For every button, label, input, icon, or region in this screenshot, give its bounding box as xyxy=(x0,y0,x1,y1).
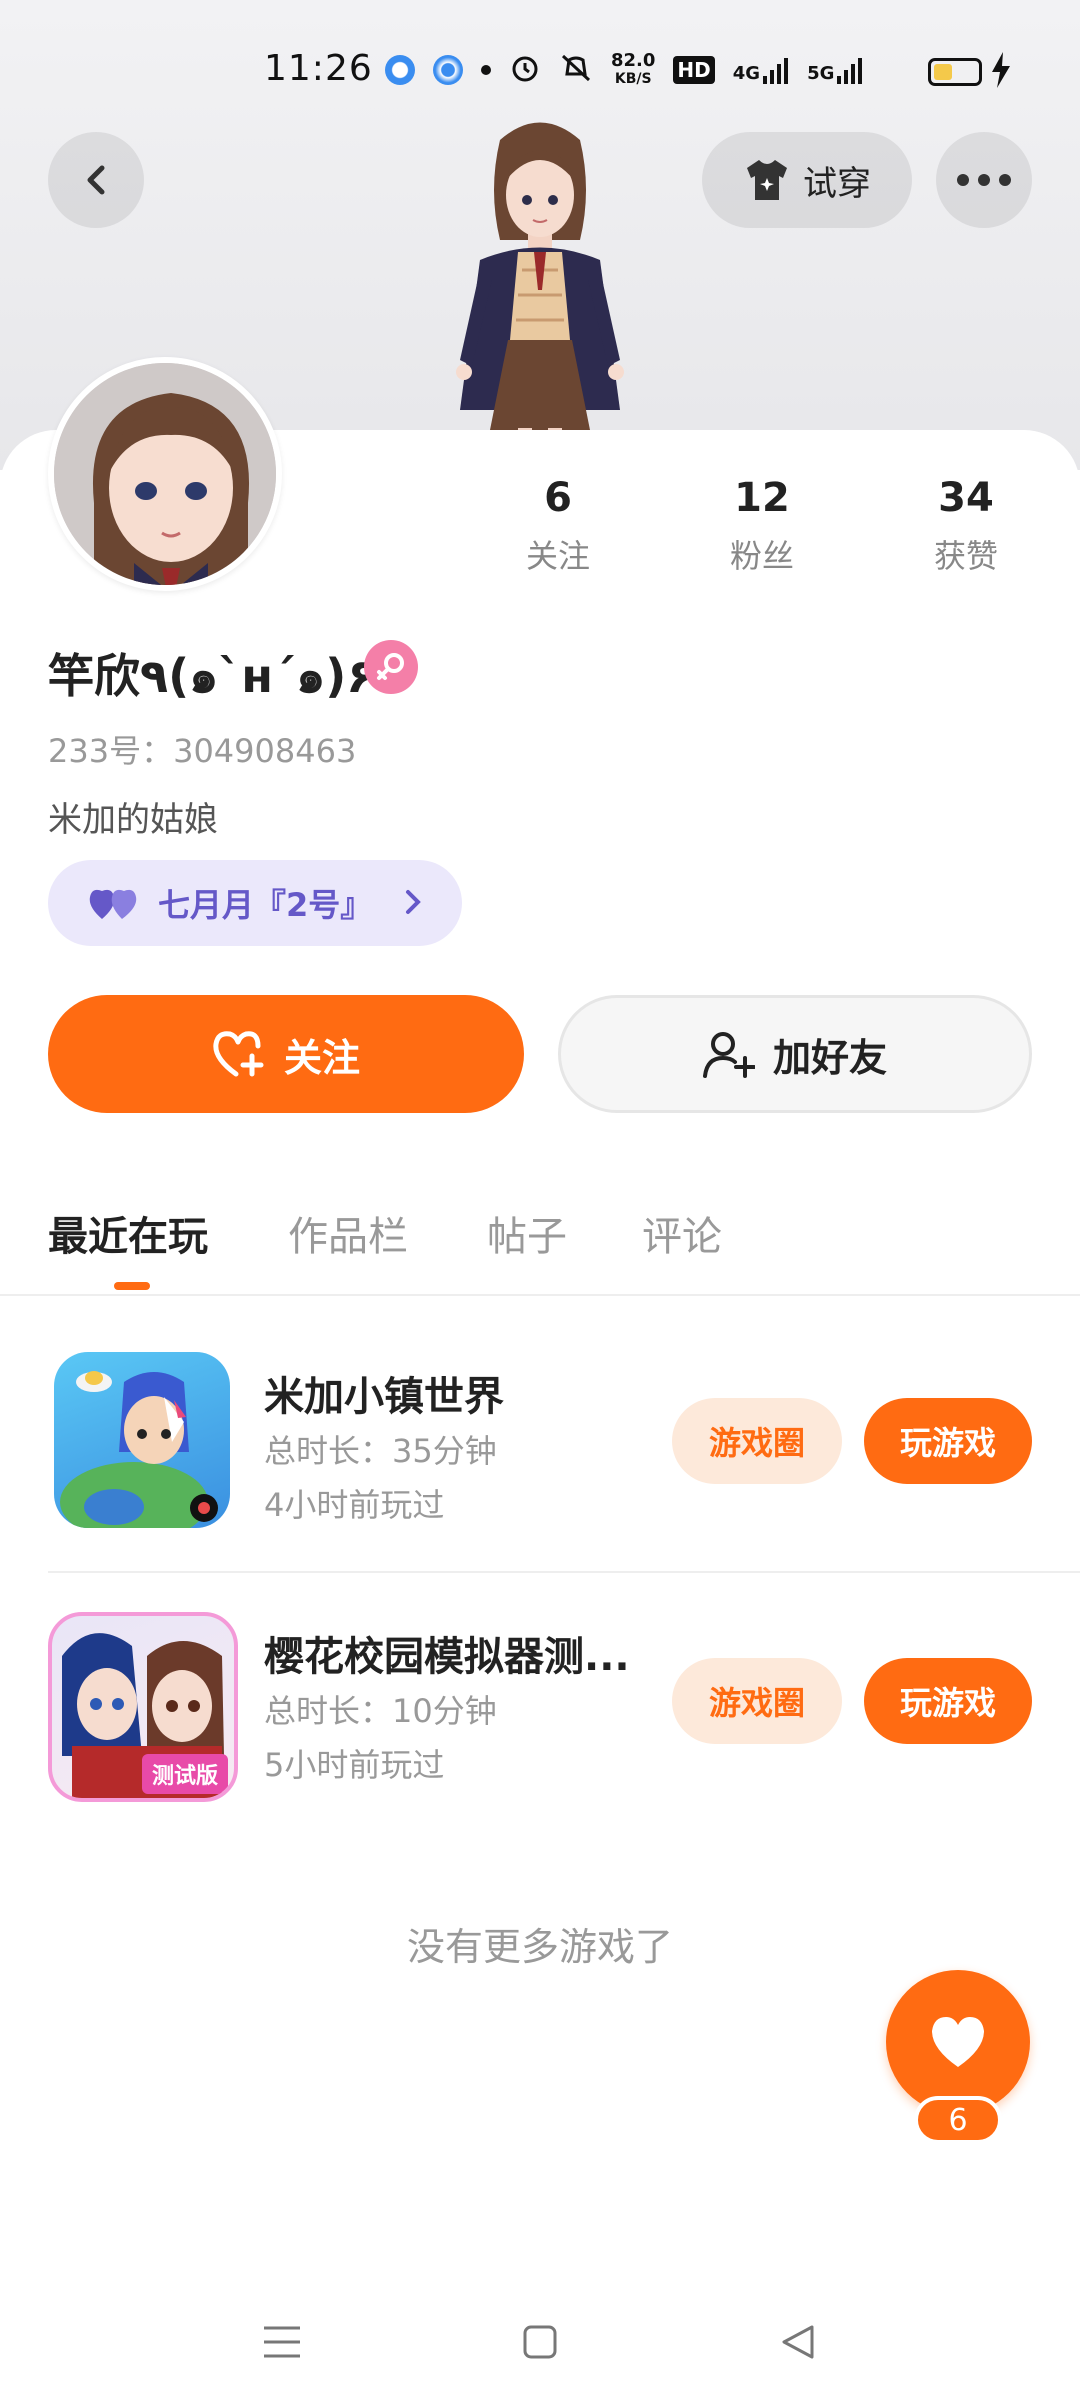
signal-4g-icon: 4G xyxy=(733,56,789,84)
stat-likes-label: 获赞 xyxy=(933,537,998,575)
stat-likes-value: 34 xyxy=(938,475,994,521)
stat-followers[interactable]: 12 粉丝 xyxy=(682,475,842,577)
menu-icon xyxy=(264,2326,300,2358)
mute-icon xyxy=(559,52,593,88)
add-user-icon xyxy=(702,1032,755,1078)
dot-icon xyxy=(481,65,491,75)
no-more-games-text: 没有更多游戏了 xyxy=(406,1925,673,1969)
game-circle-button[interactable]: 游戏圈 xyxy=(672,1658,842,1744)
heart-plus-icon xyxy=(213,1031,264,1077)
home-square-icon xyxy=(523,2325,557,2359)
status-bar: 11:26 82.0 KB/S HD 4G 5G xyxy=(0,0,1080,140)
stat-followers-label: 粉丝 xyxy=(729,537,794,575)
status-time: 11:26 xyxy=(264,48,373,89)
game-duration: 总时长：35分钟 xyxy=(264,1432,497,1470)
double-heart-icon xyxy=(89,889,137,919)
stat-likes[interactable]: 34 获赞 xyxy=(886,475,1046,577)
charging-icon xyxy=(992,52,1010,88)
tab-works[interactable]: 作品栏 xyxy=(288,1204,408,1262)
app-notification-icon-2 xyxy=(433,55,463,85)
back-button[interactable] xyxy=(48,132,144,228)
try-on-label: 试穿 xyxy=(803,163,871,204)
tshirt-icon xyxy=(747,160,787,200)
profile-avatar[interactable] xyxy=(48,357,282,591)
tab-comments[interactable]: 评论 xyxy=(642,1204,722,1262)
username: 竿欣٩(๑`н´๑)۶ xyxy=(48,649,375,703)
tab-indicator xyxy=(114,1282,150,1290)
game-duration: 总时长：10分钟 xyxy=(264,1692,497,1730)
signal-5g-icon: 5G xyxy=(807,56,863,84)
game-name: 樱花校园模拟器测... xyxy=(264,1634,630,1680)
like-count-badge: 6 xyxy=(914,2096,1002,2144)
user-bio: 米加的姑娘 xyxy=(48,800,218,840)
stat-following-value: 6 xyxy=(544,475,572,521)
system-nav-bar xyxy=(0,2290,1080,2400)
game-icon-miga-town xyxy=(54,1352,230,1528)
menu-nav-button[interactable] xyxy=(252,2312,312,2372)
battery-icon xyxy=(928,58,982,86)
chevron-right-icon xyxy=(406,890,421,914)
add-friend-label: 加好友 xyxy=(772,1035,887,1080)
more-icon xyxy=(957,174,1011,186)
back-nav-button[interactable] xyxy=(768,2312,828,2372)
game-list-item[interactable]: 米加小镇世界 总时长：35分钟 4小时前玩过 游戏圈 玩游戏 xyxy=(48,1352,1032,1532)
list-divider xyxy=(48,1571,1080,1573)
game-last-played: 4小时前玩过 xyxy=(264,1486,445,1524)
try-on-button[interactable]: 试穿 xyxy=(702,132,912,228)
game-last-played: 5小时前玩过 xyxy=(264,1746,445,1784)
tab-posts[interactable]: 帖子 xyxy=(487,1204,567,1262)
female-gender-icon xyxy=(364,640,418,694)
home-nav-button[interactable] xyxy=(510,2312,570,2372)
profile-tabs: 最近在玩 作品栏 帖子 评论 xyxy=(0,1190,1080,1296)
stat-following[interactable]: 6 关注 xyxy=(478,475,638,577)
tab-recently-played[interactable]: 最近在玩 xyxy=(48,1204,208,1262)
follow-button[interactable]: 关注 xyxy=(48,995,524,1113)
heart-icon xyxy=(932,2017,984,2067)
add-friend-button[interactable]: 加好友 xyxy=(558,995,1032,1113)
game-icon-sakura-school: 测试版 xyxy=(48,1612,238,1802)
play-game-button[interactable]: 玩游戏 xyxy=(864,1658,1032,1744)
user-id: 233号：304908463 xyxy=(48,732,357,770)
alarm-icon xyxy=(509,52,541,88)
stat-following-label: 关注 xyxy=(525,537,590,575)
play-game-button[interactable]: 玩游戏 xyxy=(864,1398,1032,1484)
follow-label: 关注 xyxy=(283,1035,360,1080)
game-circle-button[interactable]: 游戏圈 xyxy=(672,1398,842,1484)
stat-followers-value: 12 xyxy=(734,475,790,521)
cp-relationship-pill[interactable]: 七月月『2号』 xyxy=(48,860,462,946)
game-name: 米加小镇世界 xyxy=(264,1374,504,1420)
more-button[interactable] xyxy=(936,132,1032,228)
network-speed: 82.0 KB/S xyxy=(611,50,656,88)
app-notification-icon xyxy=(385,55,415,85)
character-avatar-3d xyxy=(456,122,624,470)
hd-icon: HD xyxy=(673,56,715,84)
status-icons: 82.0 KB/S HD 4G 5G xyxy=(385,52,863,88)
like-fab-button[interactable] xyxy=(886,1970,1030,2114)
game-list-item[interactable]: 测试版 樱花校园模拟器测... 总时长：10分钟 5小时前玩过 游戏圈 玩游戏 xyxy=(48,1612,1032,1802)
back-triangle-icon xyxy=(782,2325,814,2359)
test-version-badge: 测试版 xyxy=(151,1764,218,1789)
cp-label: 七月月『2号』 xyxy=(158,886,373,924)
chevron-left-icon xyxy=(87,165,105,195)
